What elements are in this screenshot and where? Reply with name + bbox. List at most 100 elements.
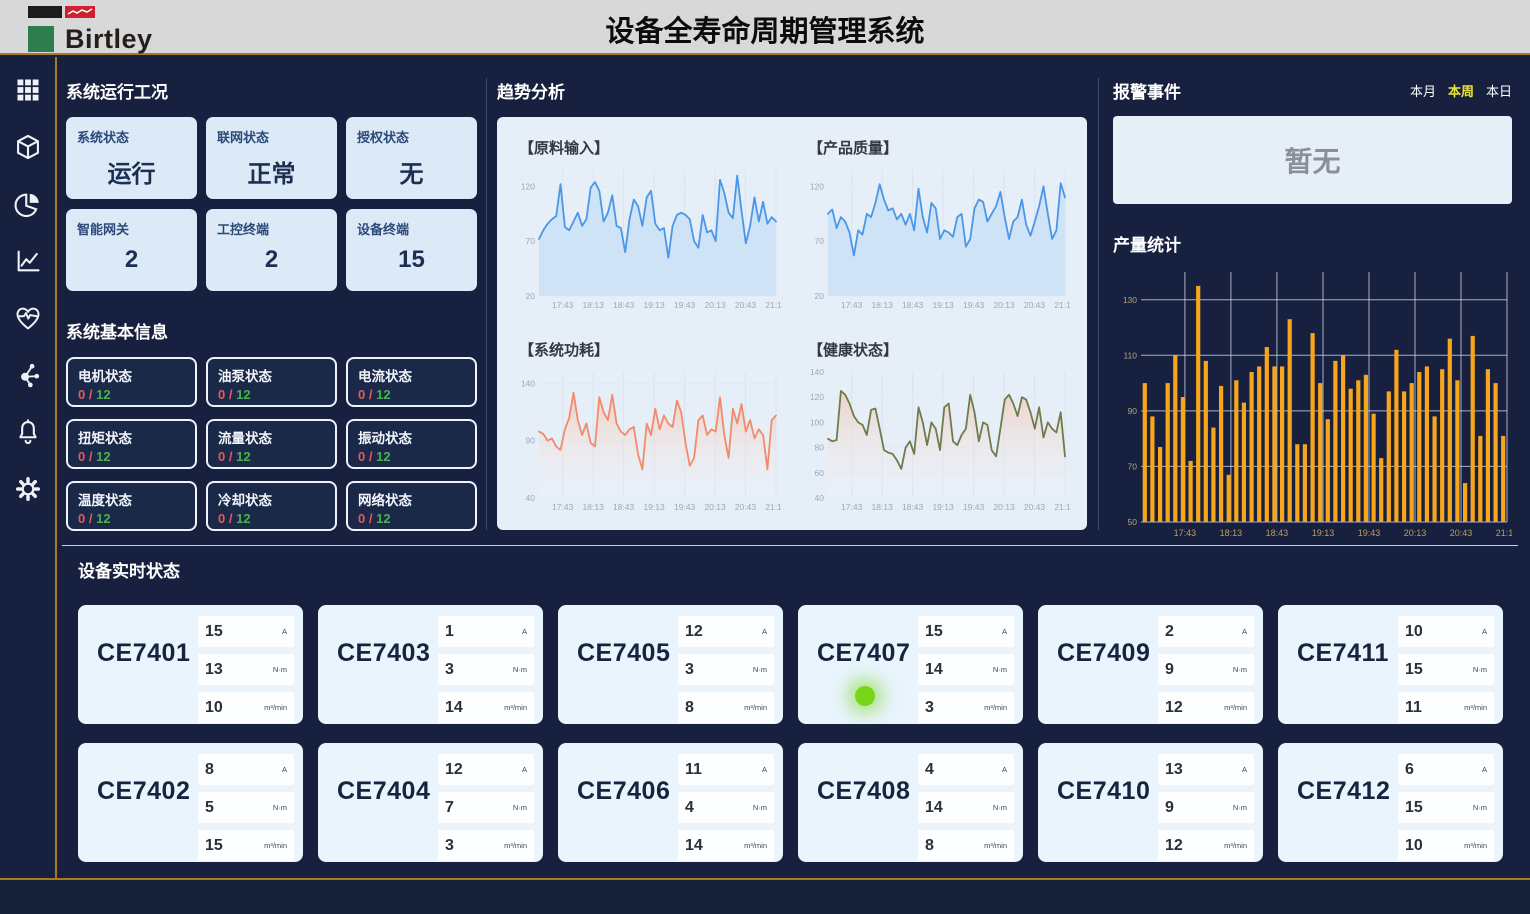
alarm-header: 报警事件 本月本周本日 xyxy=(1113,78,1512,103)
device-name: CE7410 xyxy=(1057,777,1150,806)
info-card: 网络状态 0 / 12 xyxy=(346,481,477,531)
page-title: 设备全寿命周期管理系统 xyxy=(0,8,1530,50)
svg-text:21:13: 21:13 xyxy=(1496,528,1512,538)
apps-grid-icon[interactable] xyxy=(13,75,43,105)
svg-text:20: 20 xyxy=(526,291,536,301)
device-name: CE7401 xyxy=(97,639,190,668)
info-card: 油泵状态 0 / 12 xyxy=(206,357,337,407)
system-status-section: 系统运行工况 系统状态 运行 联网状态 正常 授权状态 无 智能网关 2 工控终… xyxy=(66,78,480,531)
trend-chart-product-quality-title: 【产品质量】 xyxy=(808,137,1077,158)
gear-icon[interactable] xyxy=(13,474,43,504)
device-card[interactable]: CE7405 12A3N·m8m³/min xyxy=(558,605,783,724)
svg-text:18:13: 18:13 xyxy=(583,300,605,310)
device-card[interactable]: CE7401 15A13N·m10m³/min xyxy=(78,605,303,724)
molecule-icon[interactable] xyxy=(13,360,43,390)
bell-icon[interactable] xyxy=(13,417,43,447)
status-card-label: 工控终端 xyxy=(217,219,326,238)
metric-value: 10 xyxy=(1405,623,1423,641)
device-card[interactable]: CE7402 8A5N·m15m³/min xyxy=(78,743,303,862)
device-card[interactable]: CE7408 4A14N·m8m³/min xyxy=(798,743,1023,862)
alarm-tab-本日[interactable]: 本日 xyxy=(1486,81,1512,100)
info-card-label: 流量状态 xyxy=(218,427,325,447)
device-metric-row: 15N·m xyxy=(1398,792,1494,823)
svg-text:19:43: 19:43 xyxy=(963,300,985,310)
status-card: 授权状态 无 xyxy=(346,117,477,199)
metric-unit: N·m xyxy=(753,665,767,674)
metric-unit: A xyxy=(1482,765,1487,774)
metric-unit: A xyxy=(762,627,767,636)
production-bar-chart: 17:4318:1318:4319:1319:4320:1320:4321:13… xyxy=(1113,264,1512,545)
device-metrics: 12A3N·m8m³/min xyxy=(678,616,774,723)
status-card-value: 2 xyxy=(77,246,186,274)
info-card: 电机状态 0 / 12 xyxy=(66,357,197,407)
status-card-value: 15 xyxy=(357,246,466,274)
svg-text:40: 40 xyxy=(815,493,825,503)
device-card[interactable]: CE7410 13A9N·m12m³/min xyxy=(1038,743,1263,862)
cube-icon[interactable] xyxy=(13,132,43,162)
device-card[interactable]: CE7403 1A3N·m14m³/min xyxy=(318,605,543,724)
metric-value: 11 xyxy=(1405,699,1422,717)
status-card-label: 联网状态 xyxy=(217,127,326,146)
metric-value: 2 xyxy=(1165,623,1174,641)
device-card[interactable]: CE7411 10A15N·m11m³/min xyxy=(1278,605,1503,724)
trend-chart-health: 【健康状态】 17:4318:1318:4319:1319:4320:1320:… xyxy=(792,329,1081,531)
svg-text:40: 40 xyxy=(526,493,536,503)
horizontal-divider xyxy=(62,545,1518,546)
svg-text:17:43: 17:43 xyxy=(552,300,574,310)
svg-text:20:43: 20:43 xyxy=(1024,300,1046,310)
device-metrics: 15A13N·m10m³/min xyxy=(198,616,294,723)
metric-unit: A xyxy=(522,627,527,636)
vertical-divider-right xyxy=(1098,78,1099,530)
device-metric-row: 10m³/min xyxy=(198,692,294,723)
svg-text:130: 130 xyxy=(1123,295,1137,305)
device-card[interactable]: CE7409 2A9N·m12m³/min xyxy=(1038,605,1263,724)
metric-unit: m³/min xyxy=(1464,703,1487,712)
metric-value: 3 xyxy=(685,661,694,679)
status-card-value: 无 xyxy=(357,154,466,189)
info-card-label: 油泵状态 xyxy=(218,365,325,385)
svg-text:18:13: 18:13 xyxy=(1220,528,1243,538)
trend-chart-raw-input: 【原料输入】 17:4318:1318:4319:1319:4320:1320:… xyxy=(503,127,792,329)
metric-unit: A xyxy=(522,765,527,774)
status-indicator-green xyxy=(855,686,875,706)
info-card-current: 0 / xyxy=(218,511,232,526)
info-card-label: 网络状态 xyxy=(358,489,465,509)
info-card-total: 12 xyxy=(96,387,110,402)
info-card-label: 振动状态 xyxy=(358,427,465,447)
metric-unit: m³/min xyxy=(984,703,1007,712)
metric-value: 3 xyxy=(445,661,454,679)
device-metric-row: 15N·m xyxy=(1398,654,1494,685)
pie-chart-icon[interactable] xyxy=(13,189,43,219)
device-card[interactable]: CE7406 11A4N·m14m³/min xyxy=(558,743,783,862)
device-card[interactable]: CE7412 6A15N·m10m³/min xyxy=(1278,743,1503,862)
alarm-title: 报警事件 xyxy=(1113,78,1181,103)
metric-unit: N·m xyxy=(513,803,527,812)
device-metrics: 11A4N·m14m³/min xyxy=(678,754,774,861)
health-heart-icon[interactable] xyxy=(13,303,43,333)
device-card[interactable]: CE7407 15A14N·m3m³/min xyxy=(798,605,1023,724)
metric-unit: A xyxy=(1242,765,1247,774)
info-card-total: 12 xyxy=(96,449,110,464)
metric-value: 4 xyxy=(685,799,694,817)
metric-unit: N·m xyxy=(273,665,287,674)
alarm-tab-本月[interactable]: 本月 xyxy=(1410,81,1436,100)
line-chart-icon[interactable] xyxy=(13,246,43,276)
device-card[interactable]: CE7404 12A7N·m3m³/min xyxy=(318,743,543,862)
device-metrics: 6A15N·m10m³/min xyxy=(1398,754,1494,861)
svg-text:17:43: 17:43 xyxy=(1174,528,1197,538)
metric-unit: A xyxy=(762,765,767,774)
metric-value: 3 xyxy=(445,837,454,855)
svg-text:19:13: 19:13 xyxy=(932,502,954,512)
svg-text:17:43: 17:43 xyxy=(552,502,574,512)
device-metric-row: 7N·m xyxy=(438,792,534,823)
svg-text:110: 110 xyxy=(1123,350,1137,360)
svg-text:140: 140 xyxy=(521,378,535,388)
metric-unit: A xyxy=(282,765,287,774)
metric-unit: m³/min xyxy=(1224,703,1247,712)
svg-text:21:13: 21:13 xyxy=(765,502,781,512)
device-metric-row: 8m³/min xyxy=(918,830,1014,861)
metric-value: 15 xyxy=(1405,661,1423,679)
info-card-label: 扭矩状态 xyxy=(78,427,185,447)
svg-text:19:43: 19:43 xyxy=(674,300,696,310)
alarm-tab-本周[interactable]: 本周 xyxy=(1448,81,1474,100)
